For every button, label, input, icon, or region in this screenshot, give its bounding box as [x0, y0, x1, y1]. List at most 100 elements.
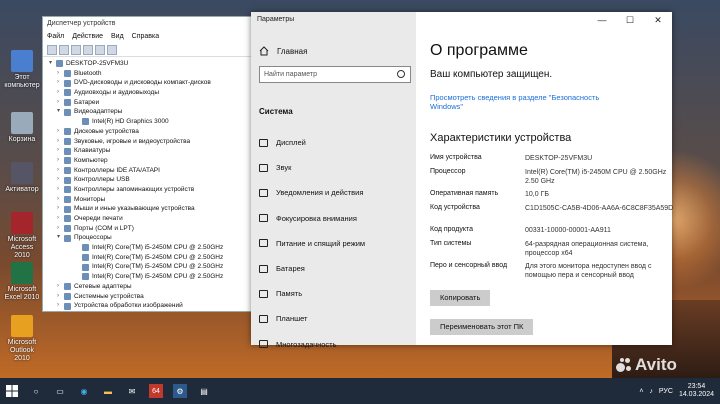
tree-row[interactable]: Intel(R) Core(TM) i5-2450M CPU @ 2.50GHz [49, 262, 251, 272]
tree-row[interactable]: ▾ Процессоры [49, 233, 251, 243]
tree-row[interactable]: › Контроллеры IDE ATA/ATAPI [49, 166, 251, 176]
expand-icon[interactable]: › [57, 78, 64, 88]
expand-icon[interactable]: › [57, 69, 64, 79]
tree-row[interactable]: › Bluetooth [49, 69, 251, 79]
mail-icon[interactable]: ✉ [125, 384, 139, 398]
expand-icon[interactable]: ▾ [57, 233, 64, 243]
expand-icon[interactable]: › [57, 156, 64, 166]
menu-item[interactable]: Файл [47, 31, 64, 43]
tree-row[interactable]: › Батареи [49, 98, 251, 108]
nav-item[interactable]: Питание и спящий режим [251, 231, 416, 256]
settings-gear-icon[interactable]: ⚙ [173, 384, 187, 398]
expand-icon[interactable]: › [57, 137, 64, 147]
start-icon[interactable] [5, 384, 19, 398]
expand-icon[interactable]: ▾ [49, 59, 56, 69]
tree-row[interactable]: Intel(R) Core(TM) i5-2450M CPU @ 2.50GHz [49, 272, 251, 282]
desktop-icon[interactable]: Этот компьютер [2, 50, 42, 90]
search-input[interactable]: Найти параметр [259, 66, 411, 83]
tree-row[interactable]: ▾ Видеоадаптеры [49, 107, 251, 117]
tree-row[interactable]: › DVD-дисководы и дисководы компакт-диско… [49, 78, 251, 88]
expand-icon[interactable]: › [57, 146, 64, 156]
task-view-icon[interactable]: ▭ [53, 384, 67, 398]
expand-icon[interactable]: › [57, 98, 64, 108]
tree-row[interactable]: › Порты (COM и LPT) [49, 224, 251, 234]
tree-row[interactable]: Intel(R) HD Graphics 3000 [49, 117, 251, 127]
help-icon[interactable] [83, 45, 93, 55]
device-manager-window[interactable]: Диспетчер устройств Файл Действие Вид Справ… [42, 16, 252, 312]
expand-icon[interactable]: › [57, 292, 64, 302]
tree-row[interactable]: › Мониторы [49, 195, 251, 205]
settings-window[interactable]: Параметры Главная Найти параметр Система… [251, 12, 673, 349]
expand-icon[interactable]: › [57, 282, 64, 292]
expand-icon[interactable]: ▾ [57, 107, 64, 117]
tree-row[interactable]: › Клавиатуры [49, 146, 251, 156]
edge-icon[interactable]: ◉ [77, 384, 91, 398]
nav-item[interactable]: Планшет [251, 306, 416, 331]
settings-sidebar: Параметры Главная Найти параметр Система… [251, 12, 416, 349]
menu-item[interactable]: Действие [72, 31, 103, 43]
forward-icon[interactable] [59, 45, 69, 55]
expand-icon[interactable]: › [57, 195, 64, 205]
tree-row[interactable]: Intel(R) Core(TM) i5-2450M CPU @ 2.50GHz [49, 243, 251, 253]
maximize-icon[interactable]: ☐ [616, 12, 644, 28]
desktop-icon[interactable]: Microsoft Access 2010 [2, 212, 42, 260]
tree-row[interactable]: › Очереди печати [49, 214, 251, 224]
chevron-up-icon[interactable]: ˄ [639, 388, 643, 395]
expand-icon[interactable]: › [57, 127, 64, 137]
expand-icon[interactable]: › [57, 301, 64, 311]
speaker-icon[interactable]: ♪ [649, 388, 653, 395]
expand-icon[interactable]: › [57, 88, 64, 98]
nav-item[interactable]: Фокусировка внимания [251, 206, 416, 231]
clock[interactable]: 23:54 14.03.2024 [679, 383, 714, 399]
tree-row[interactable]: ▾ DESKTOP-25VFM3U [49, 59, 251, 69]
tree-row[interactable]: › Мыши и иные указывающие устройства [49, 204, 251, 214]
nav-item[interactable]: Звук [251, 155, 416, 180]
device-icon [82, 118, 89, 126]
tree-row[interactable]: › Контроллеры USB [49, 175, 251, 185]
tree-row[interactable]: › Контроллеры запоминающих устройств [49, 185, 251, 195]
home-link[interactable]: Главная [259, 46, 307, 56]
explorer-icon[interactable]: ▬ [101, 384, 115, 398]
tree-row[interactable]: › Аудиовходы и аудиовыходы [49, 88, 251, 98]
desktop-icon[interactable]: Корзина [2, 112, 42, 144]
tree-row[interactable]: Intel(R) Core(TM) i5-2450M CPU @ 2.50GHz [49, 253, 251, 263]
nav-item[interactable]: Дисплей [251, 130, 416, 155]
expand-icon[interactable]: › [57, 175, 64, 185]
expand-icon[interactable]: › [57, 185, 64, 195]
nav-item[interactable]: Многозадачность [251, 332, 416, 357]
close-icon[interactable]: ✕ [644, 12, 672, 28]
badge-64-icon[interactable]: 64 [149, 384, 163, 398]
expand-icon[interactable]: › [57, 204, 64, 214]
rename-button[interactable]: Переименовать этот ПК [430, 319, 534, 335]
security-link[interactable]: Просмотреть сведения в разделе "Безопасн… [430, 93, 630, 111]
copy-button[interactable]: Копировать [430, 290, 491, 306]
desktop-icon[interactable]: Microsoft Outlook 2010 [2, 315, 42, 363]
device-icon [82, 244, 89, 252]
monitor-icon[interactable] [107, 45, 117, 55]
expand-icon[interactable]: › [57, 166, 64, 176]
nav-item[interactable]: Уведомления и действия [251, 180, 416, 205]
desktop-icon[interactable]: Активатор [2, 162, 42, 194]
device-manager-icon[interactable]: ▤ [197, 384, 211, 398]
app-icon [11, 315, 33, 337]
tree-row[interactable]: › Дисковые устройства [49, 127, 251, 137]
language-indicator[interactable]: РУС [659, 388, 673, 395]
expand-icon[interactable]: › [57, 224, 64, 234]
properties-icon[interactable] [71, 45, 81, 55]
menu-item[interactable]: Вид [111, 31, 124, 43]
search-taskbar-icon[interactable]: ○ [29, 384, 43, 398]
tree-row[interactable]: › Компьютер [49, 156, 251, 166]
nav-item[interactable]: Батарея [251, 256, 416, 281]
tree-row[interactable]: › Устройства обработки изображений [49, 301, 251, 311]
nav-item[interactable]: Память [251, 281, 416, 306]
desktop-icon[interactable]: Microsoft Excel 2010 [2, 262, 42, 302]
menu-item[interactable]: Справка [132, 31, 159, 43]
tree-row[interactable]: › Звуковые, игровые и видеоустройства [49, 137, 251, 147]
tree-row[interactable]: › Системные устройства [49, 292, 251, 302]
tree-row[interactable]: › Сетевые адаптеры [49, 282, 251, 292]
back-icon[interactable] [47, 45, 57, 55]
expand-icon[interactable]: › [57, 214, 64, 224]
scan-icon[interactable] [95, 45, 105, 55]
spec-value: 00331-10000-00001-AA911 [525, 227, 611, 234]
minimize-icon[interactable]: — [588, 12, 616, 28]
